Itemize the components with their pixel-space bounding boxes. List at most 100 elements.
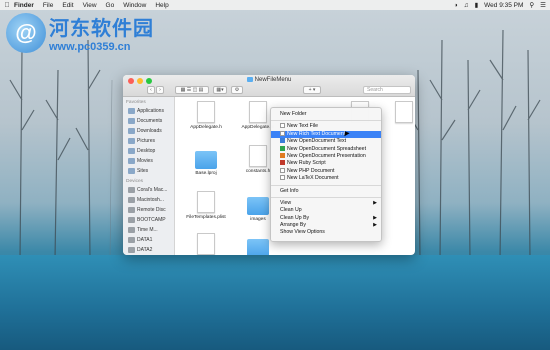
- menu-item-clean-up[interactable]: Clean Up: [271, 207, 381, 214]
- menu-separator: [271, 196, 381, 198]
- sidebar-heading-devices: Devices: [126, 179, 144, 184]
- php-file-icon: [280, 167, 285, 173]
- documents-icon: [128, 118, 135, 124]
- search-icon[interactable]: ⚲: [529, 1, 534, 9]
- folder-icon: [247, 197, 269, 215]
- ruby-file-icon: [280, 160, 285, 166]
- sidebar-heading-favorites: Favorites: [126, 100, 146, 105]
- menu-item-new-folder[interactable]: New Folder: [271, 111, 381, 118]
- disk-icon: [128, 227, 135, 233]
- menu-item-new-php[interactable]: New PHP Document: [271, 167, 381, 175]
- action-button[interactable]: ⚙: [231, 86, 243, 94]
- volume-icon[interactable]: ♫: [464, 2, 469, 9]
- disk-icon: [128, 247, 135, 253]
- menu-view[interactable]: View: [83, 2, 97, 9]
- submenu-arrow-icon: ▶: [373, 214, 377, 221]
- sidebar-item-pictures[interactable]: Pictures: [123, 136, 174, 146]
- ods-file-icon: [280, 145, 285, 151]
- odp-file-icon: [280, 152, 285, 158]
- sidebar-item-sites[interactable]: Sites: [123, 166, 174, 176]
- sidebar-item-device[interactable]: Time M...: [123, 225, 174, 235]
- applications-icon: [128, 108, 135, 114]
- disk-icon: [128, 197, 135, 203]
- apple-icon[interactable]: : [0, 2, 14, 9]
- menu-window[interactable]: Window: [123, 2, 146, 9]
- new-file-button[interactable]: + ▾: [303, 86, 321, 94]
- menu-item-arrange-by[interactable]: Arrange By ▶: [271, 222, 381, 229]
- menu-file[interactable]: File: [43, 2, 53, 9]
- sidebar-item-desktop[interactable]: Desktop: [123, 146, 174, 156]
- downloads-icon: [128, 128, 135, 134]
- menu-item-clean-up-by[interactable]: Clean Up By ▶: [271, 215, 381, 222]
- latex-file-icon: [280, 175, 285, 181]
- folder-item[interactable]: Base.lproj: [181, 149, 231, 176]
- context-menu: New Folder New Text File New Rich Text D…: [270, 107, 382, 242]
- sidebar-item-applications[interactable]: Applications: [123, 106, 174, 116]
- menu-item-show-view-options[interactable]: Show View Options: [271, 229, 381, 236]
- watermark-logo: @: [6, 12, 46, 53]
- menu-help[interactable]: Help: [155, 2, 168, 9]
- odt-file-icon: [280, 138, 285, 144]
- menu-bar:  Finder File Edit View Go Window Help ◑…: [0, 0, 550, 10]
- document-icon: [197, 101, 215, 123]
- folder-icon: [195, 151, 217, 169]
- document-icon: [249, 101, 267, 123]
- menubar-clock[interactable]: Wed 9:35 PM: [484, 2, 523, 9]
- file-item[interactable]: [379, 101, 415, 123]
- menu-separator: [271, 184, 381, 186]
- sites-icon: [128, 168, 135, 174]
- sidebar-item-device[interactable]: Coral's Mac...: [123, 185, 174, 195]
- sidebar-item-downloads[interactable]: Downloads: [123, 126, 174, 136]
- sidebar-item-device[interactable]: Remote Disc: [123, 205, 174, 215]
- arrange-button[interactable]: ▦▾: [213, 86, 227, 94]
- document-icon: [197, 233, 215, 255]
- back-button[interactable]: ‹: [147, 86, 155, 94]
- menu-item-new-rich-text[interactable]: New Rich Text Document: [271, 130, 381, 139]
- search-input[interactable]: Search: [363, 86, 411, 94]
- submenu-arrow-icon: ▶: [373, 199, 377, 206]
- menu-go[interactable]: Go: [106, 2, 115, 9]
- wifi-icon[interactable]: ◑: [454, 2, 458, 9]
- menu-edit[interactable]: Edit: [62, 2, 73, 9]
- menu-item-new-ruby[interactable]: New Ruby Script: [271, 160, 381, 167]
- text-file-icon: [280, 123, 285, 129]
- wallpaper-lake: [0, 255, 550, 350]
- document-icon: [249, 145, 267, 167]
- sidebar-item-device[interactable]: DATA2: [123, 245, 174, 255]
- window-titlebar: NewFileMenu ‹ › ▦ ☰ ◫ ▤ ▦▾ ⚙ + ▾ Search: [123, 75, 415, 97]
- sidebar-item-device[interactable]: Macintosh...: [123, 195, 174, 205]
- watermark: @ 河东软件园 www.pc0359.cn: [6, 12, 154, 53]
- pictures-icon: [128, 138, 135, 144]
- rtf-file-icon: [280, 130, 285, 136]
- file-item[interactable]: [181, 233, 231, 255]
- menu-item-new-odp[interactable]: New OpenDocument Presentation: [271, 152, 381, 160]
- forward-button[interactable]: ›: [156, 86, 164, 94]
- menu-item-get-info[interactable]: Get Info: [271, 188, 381, 195]
- watermark-title: 河东软件园: [49, 16, 154, 40]
- disc-icon: [128, 207, 135, 213]
- list-icon[interactable]: ☰: [540, 1, 546, 9]
- menu-item-new-latex[interactable]: New LaTeX Document: [271, 175, 381, 182]
- sidebar-item-device[interactable]: DATA1: [123, 235, 174, 245]
- battery-icon[interactable]: ▮: [475, 1, 479, 9]
- disk-icon: [128, 217, 135, 223]
- menu-item-new-odt[interactable]: New OpenDocument Text: [271, 138, 381, 145]
- menu-separator: [271, 120, 381, 122]
- sidebar-item-device[interactable]: BOOTCAMP: [123, 215, 174, 225]
- folder-icon: [247, 239, 269, 255]
- file-item[interactable]: FileTemplates.plist: [181, 191, 231, 220]
- document-icon: [395, 101, 413, 123]
- sidebar-item-movies[interactable]: Movies: [123, 156, 174, 166]
- menu-item-new-ods[interactable]: New OpenDocument Spreadsheet: [271, 145, 381, 153]
- menu-item-new-text-file[interactable]: New Text File: [271, 123, 381, 130]
- file-item[interactable]: AppDelegate.h: [181, 101, 231, 130]
- menu-item-view[interactable]: View ▶: [271, 200, 381, 207]
- menu-finder[interactable]: Finder: [14, 2, 34, 9]
- plist-icon: [197, 191, 215, 213]
- submenu-arrow-icon: ▶: [373, 222, 377, 229]
- sidebar-item-documents[interactable]: Documents: [123, 116, 174, 126]
- disk-icon: [128, 237, 135, 243]
- view-mode-segment[interactable]: ▦ ☰ ◫ ▤: [175, 86, 209, 94]
- watermark-url: www.pc0359.cn: [49, 41, 131, 53]
- sidebar: Favorites Applications Documents Downloa…: [123, 97, 175, 255]
